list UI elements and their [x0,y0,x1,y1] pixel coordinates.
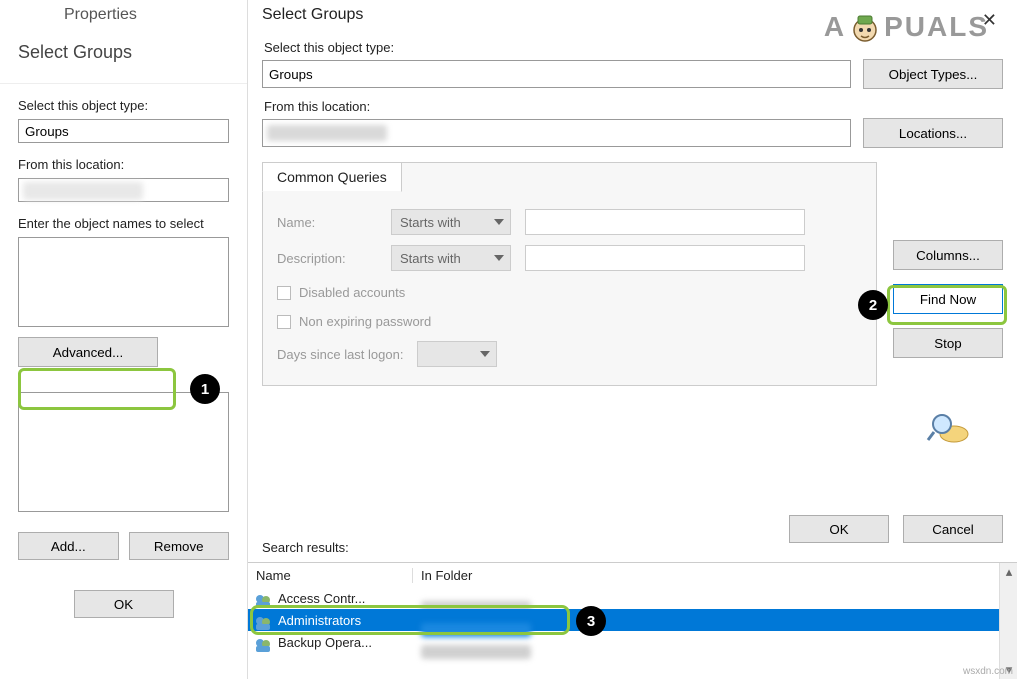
from-location-label: From this location: [18,157,229,172]
non-expiring-row: Non expiring password [277,314,862,329]
callout-2: 2 [858,290,888,320]
search-folder-icon [926,412,970,446]
group-icon [254,615,272,631]
mascot-icon [848,10,882,44]
common-queries-panel: Common Queries Name: Starts with Descrip… [262,162,877,386]
scroll-up-icon[interactable]: ▴ [1000,563,1017,581]
results-header-row: Name In Folder [248,563,1017,587]
non-expiring-label: Non expiring password [299,314,431,329]
find-now-button[interactable]: Find Now [893,284,1003,314]
chevron-down-icon [494,219,504,225]
add-button[interactable]: Add... [18,532,119,560]
blurred-text [421,645,531,659]
days-since-logon-label: Days since last logon: [277,347,403,362]
search-results-label: Search results: [262,540,349,555]
enter-names-label: Enter the object names to select [18,216,229,231]
group-icon [254,637,272,653]
search-results-grid: Name In Folder Access Contr... Administr… [248,562,1017,679]
result-row-selected[interactable]: Administrators [248,609,1017,631]
result-name: Access Contr... [278,591,365,606]
result-row[interactable]: Backup Opera... [248,631,1017,653]
object-type-input[interactable] [18,119,229,143]
chevron-down-icon [494,255,504,261]
name-label: Name: [277,215,377,230]
description-match-combo[interactable]: Starts with [391,245,511,271]
object-types-button[interactable]: Object Types... [863,59,1003,89]
object-names-textarea[interactable] [18,237,229,327]
appuals-watermark: A PUALS [824,10,989,44]
blurred-text [23,182,143,200]
cancel-button[interactable]: Cancel [903,515,1003,543]
advanced-button[interactable]: Advanced... [18,337,158,367]
properties-window: Properties Select Groups Select this obj… [0,0,248,679]
ok-button[interactable]: OK [789,515,889,543]
object-type-input-front[interactable] [262,60,851,88]
callout-1: 1 [190,374,220,404]
column-header-name[interactable]: Name [248,568,413,583]
column-header-folder[interactable]: In Folder [413,568,1017,583]
non-expiring-checkbox[interactable] [277,315,291,329]
disabled-accounts-row: Disabled accounts [277,285,862,300]
from-location-label-front: From this location: [264,99,1003,114]
select-groups-subtitle: Select Groups [0,34,247,84]
members-list[interactable] [18,392,229,512]
remove-button[interactable]: Remove [129,532,230,560]
object-type-label: Select this object type: [18,98,229,113]
ok-button-back[interactable]: OK [74,590,174,618]
properties-title: Properties [0,0,247,34]
callout-3: 3 [576,606,606,636]
name-match-combo[interactable]: Starts with [391,209,511,235]
result-name: Backup Opera... [278,635,372,650]
days-since-logon-combo[interactable] [417,341,497,367]
name-input[interactable] [525,209,805,235]
result-name: Administrators [278,613,361,628]
result-row[interactable]: Access Contr... [248,587,1017,609]
select-groups-dialog: Select Groups ✕ Select this object type:… [248,0,1017,679]
columns-button[interactable]: Columns... [893,240,1003,270]
disabled-accounts-label: Disabled accounts [299,285,405,300]
stop-button[interactable]: Stop [893,328,1003,358]
source-watermark: wsxdn.com [963,666,1013,677]
scrollbar[interactable]: ▴ ▾ [999,563,1017,679]
tab-common-queries[interactable]: Common Queries [262,162,402,192]
group-icon [254,593,272,609]
description-label: Description: [277,251,377,266]
blurred-text [267,125,387,141]
from-location-input[interactable] [18,178,229,202]
from-location-input-front[interactable] [262,119,851,147]
chevron-down-icon [480,351,490,357]
locations-button[interactable]: Locations... [863,118,1003,148]
disabled-accounts-checkbox[interactable] [277,286,291,300]
description-input[interactable] [525,245,805,271]
